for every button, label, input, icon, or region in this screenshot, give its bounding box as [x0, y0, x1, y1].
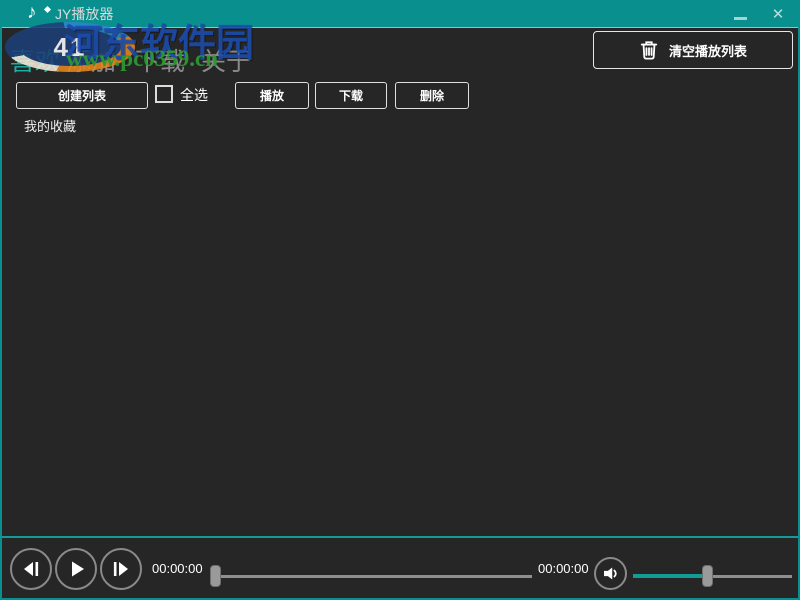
progress-handle[interactable] — [210, 565, 221, 587]
close-button[interactable]: ✕ — [762, 0, 794, 28]
app-window: ♪ JY播放器 ✕ 喜欢 添加 下载 关于 清空播放列表 创建列表 全选 播放 … — [0, 0, 800, 600]
volume-fill — [633, 574, 708, 578]
elapsed-time: 00:00:00 — [152, 538, 203, 598]
create-list-button[interactable]: 创建列表 — [16, 82, 148, 109]
window-title: JY播放器 — [55, 0, 113, 28]
clear-playlist-label: 清空播放列表 — [669, 41, 747, 60]
tab-about[interactable]: 关于 — [201, 42, 251, 78]
previous-icon — [20, 558, 42, 580]
total-time: 00:00:00 — [538, 538, 589, 598]
volume-slider[interactable] — [633, 538, 792, 598]
play-pause-button[interactable] — [55, 548, 97, 590]
previous-track-button[interactable] — [10, 548, 52, 590]
minimize-button[interactable] — [724, 0, 756, 28]
minimize-icon — [734, 17, 747, 20]
tab-favorites[interactable]: 喜欢 — [10, 42, 60, 78]
progress-track[interactable] — [210, 575, 532, 578]
speaker-icon — [601, 564, 620, 583]
titlebar: ♪ JY播放器 ✕ — [0, 0, 800, 28]
close-icon: ✕ — [772, 5, 785, 23]
select-all-checkbox[interactable] — [155, 85, 173, 103]
trash-icon — [639, 39, 659, 61]
music-note-icon: ♪ — [27, 2, 37, 24]
next-icon — [110, 558, 132, 580]
delete-selected-button[interactable]: 删除 — [395, 82, 469, 109]
play-icon — [65, 558, 87, 580]
tab-add[interactable]: 添加 — [66, 42, 116, 78]
music-note-star-icon — [44, 6, 51, 13]
tab-download[interactable]: 下载 — [135, 42, 185, 78]
clear-playlist-button[interactable]: 清空播放列表 — [593, 31, 793, 69]
download-selected-button[interactable]: 下载 — [315, 82, 387, 109]
player-bar: 00:00:00 00:00:00 — [2, 536, 798, 598]
play-selected-button[interactable]: 播放 — [235, 82, 309, 109]
next-track-button[interactable] — [100, 548, 142, 590]
select-all-label: 全选 — [180, 85, 208, 105]
volume-handle[interactable] — [702, 565, 713, 587]
playlist-item-my-favorites[interactable]: 我的收藏 — [24, 116, 76, 135]
mute-button[interactable] — [594, 557, 627, 590]
progress-slider[interactable] — [210, 538, 532, 598]
